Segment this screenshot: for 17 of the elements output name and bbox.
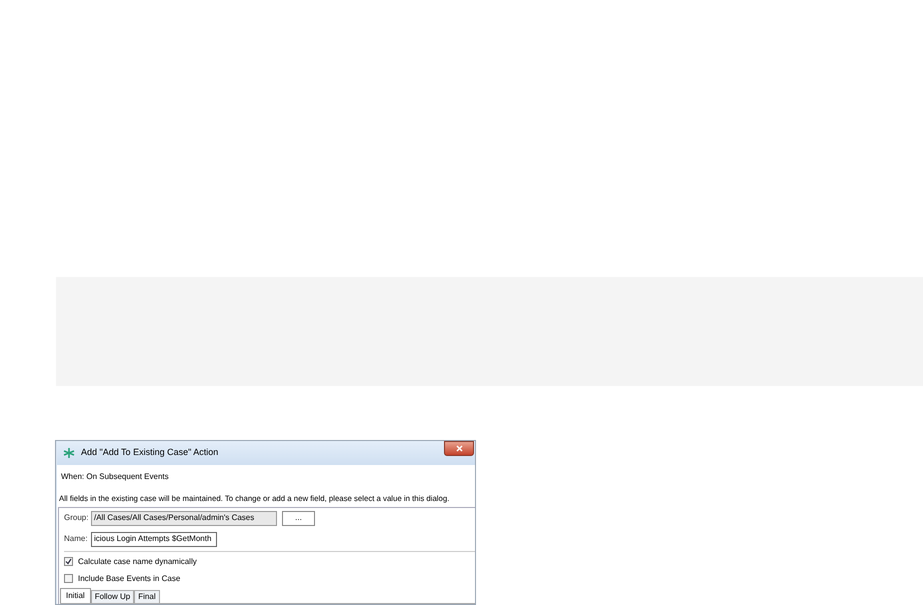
when-label: When: On Subsequent Events [61, 471, 170, 483]
name-field[interactable]: icious Login Attempts $GetMonth [91, 532, 217, 547]
tab[interactable]: Follow Up [90, 590, 134, 603]
window-title: Add "Add To Existing Case" Action [81, 446, 218, 460]
tab[interactable]: Final [134, 590, 160, 603]
star-icon [63, 447, 75, 459]
browse-button[interactable]: ... [282, 510, 315, 526]
close-icon [456, 445, 462, 452]
group-label: Group: [64, 512, 90, 524]
checkbox[interactable] [64, 574, 73, 584]
checkbox-label: Calculate case name dynamically [78, 556, 197, 568]
group-field: /All Cases/All Cases/Personal/admin's Cases [91, 510, 277, 526]
name-label: Name: [64, 533, 89, 546]
checkbox-label: Include Base Events in Case [78, 572, 180, 585]
close-button[interactable] [444, 441, 474, 456]
tab[interactable]: Initial [60, 588, 91, 603]
checkbox[interactable] [64, 557, 73, 566]
